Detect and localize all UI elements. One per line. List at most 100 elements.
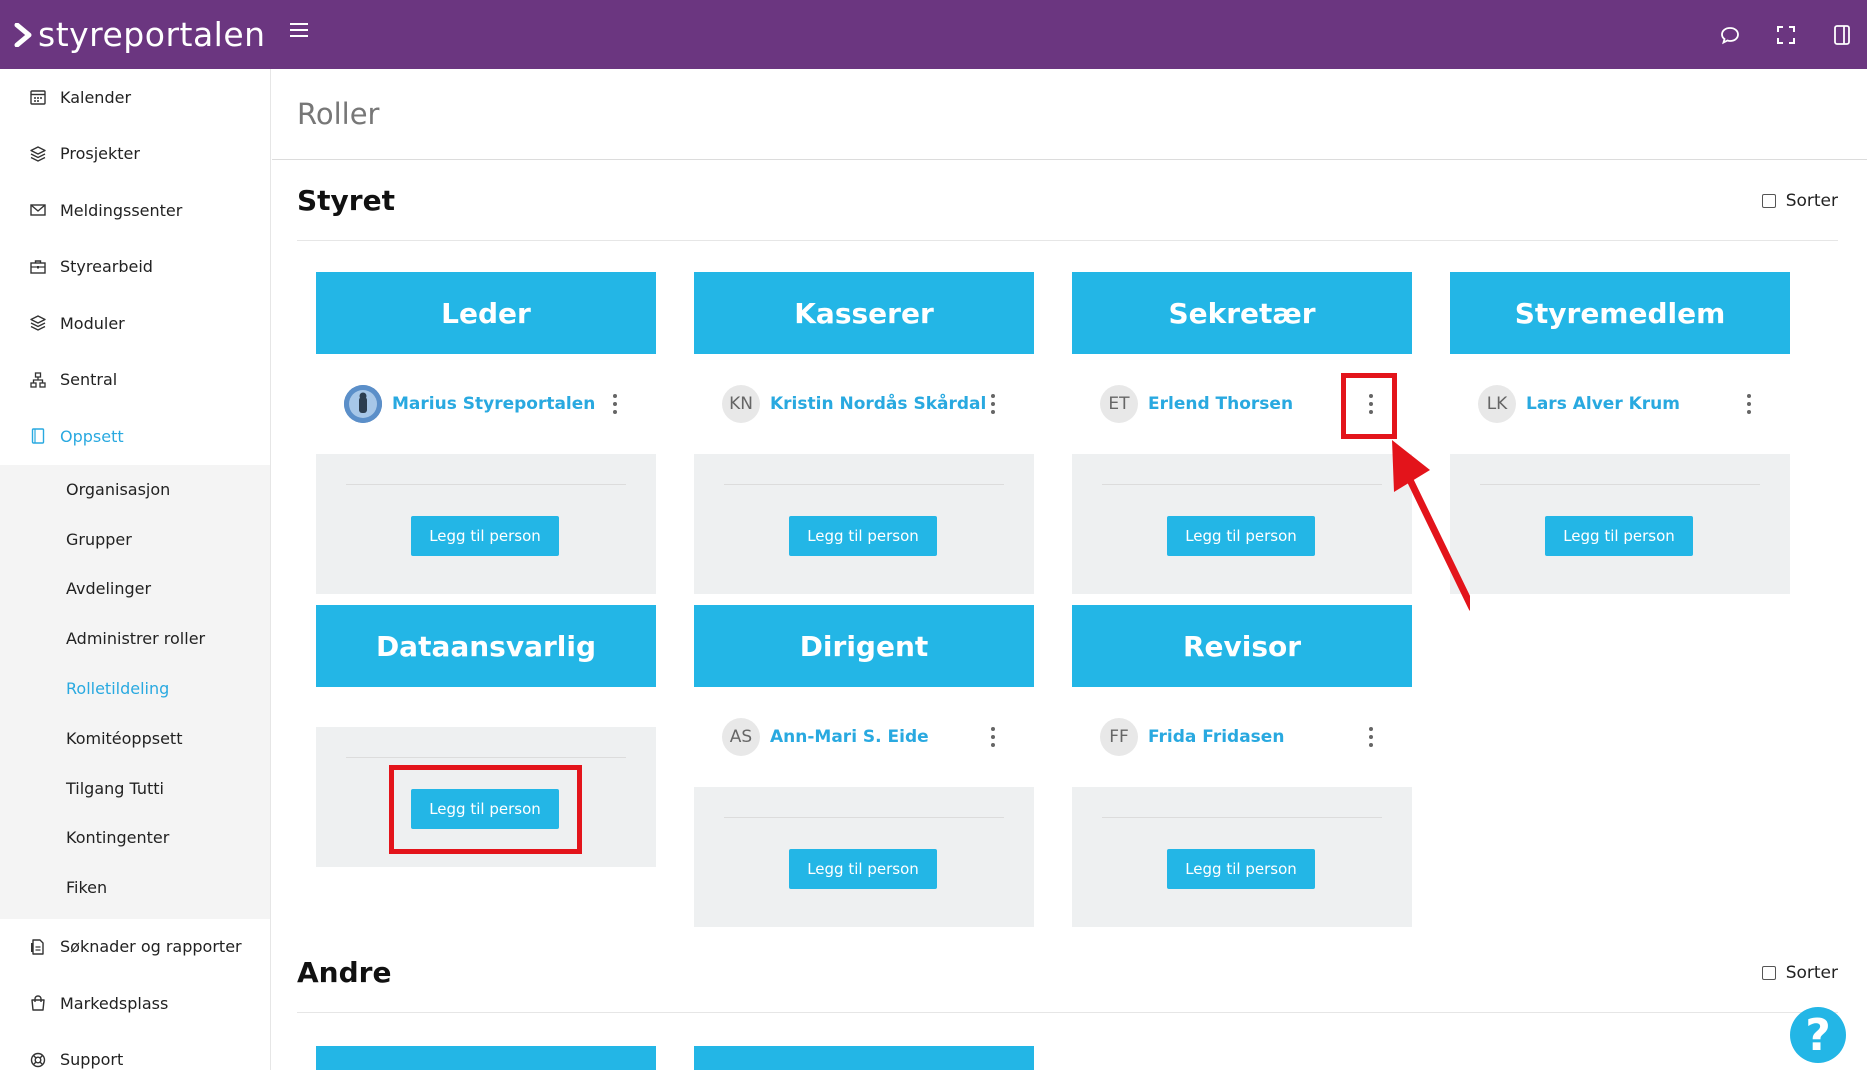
sort-toggle[interactable]: Sorter (1761, 191, 1838, 211)
sidebar-item-label: Kalender (60, 87, 132, 107)
role-card-footer: Legg til person (1072, 454, 1412, 594)
top-icons (1719, 0, 1867, 69)
submenu-item-grupper[interactable]: Grupper (0, 514, 270, 564)
sidebar-item-oppsett[interactable]: Oppsett (0, 408, 270, 465)
more-options-icon[interactable] (1746, 394, 1752, 414)
submenu-item-kontingenter[interactable]: Kontingenter (0, 813, 270, 863)
person-name-link[interactable]: Ann-Mari S. Eide (770, 727, 929, 747)
divider (1480, 484, 1760, 485)
add-person-button[interactable]: Legg til person (1545, 516, 1693, 556)
role-card-placeholder (316, 1046, 656, 1070)
sidebar-item-label: Styrearbeid (60, 257, 153, 277)
network-icon (29, 371, 47, 389)
role-member: AS Ann-Mari S. Eide (694, 687, 1034, 787)
role-title: Sekretær (1072, 272, 1412, 354)
person-name-link[interactable]: Lars Alver Krum (1526, 394, 1680, 414)
annotation-arrow-icon (1392, 440, 1470, 611)
role-empty (316, 687, 656, 727)
sidebar-item-sentral[interactable]: Sentral (0, 352, 270, 409)
role-member: Marius Styreportalen (316, 354, 656, 454)
layers-icon (29, 145, 47, 163)
briefcase-icon (29, 258, 47, 276)
role-card-footer: Legg til person (316, 454, 656, 594)
divider (346, 757, 626, 758)
role-member: FF Frida Fridasen (1072, 687, 1412, 787)
sidebar-item-soknader-og-rapporter[interactable]: Søknader og rapporter (0, 919, 270, 976)
sidebar-item-label: Markedsplass (60, 993, 169, 1013)
sidebar-item-prosjekter[interactable]: Prosjekter (0, 126, 270, 183)
sort-checkbox[interactable] (1761, 965, 1776, 980)
main-content: Roller Styret Sorter Leder Marius Styrepo… (272, 69, 1867, 1070)
add-person-button[interactable]: Legg til person (1167, 516, 1315, 556)
panel-icon[interactable] (1831, 24, 1853, 46)
sort-checkbox[interactable] (1761, 193, 1776, 208)
more-options-icon[interactable] (990, 727, 996, 747)
section-header-styret: Styret Sorter (297, 161, 1838, 241)
add-person-button[interactable]: Legg til person (789, 516, 937, 556)
sidebar-item-moduler[interactable]: Moduler (0, 295, 270, 352)
submenu-item-organisasjon[interactable]: Organisasjon (0, 465, 270, 515)
top-bar: styreportalen (0, 0, 1867, 69)
more-options-icon[interactable] (612, 394, 618, 414)
role-title: Kasserer (694, 272, 1034, 354)
divider (724, 484, 1004, 485)
logo-text: styreportalen (38, 15, 266, 54)
sidebar-item-styrearbeid[interactable]: Styrearbeid (0, 239, 270, 296)
page-header: Roller (272, 69, 1867, 160)
logo[interactable]: styreportalen (14, 15, 266, 54)
role-card-footer: Legg til person (694, 454, 1034, 594)
add-person-button[interactable]: Legg til person (789, 849, 937, 889)
submenu-item-administrer-roller[interactable]: Administrer roller (0, 614, 270, 664)
more-options-icon[interactable] (990, 394, 996, 414)
chat-icon[interactable] (1719, 24, 1741, 46)
divider (346, 484, 626, 485)
person-name-link[interactable]: Kristin Nordås Skårdal (770, 394, 986, 414)
help-button[interactable]: ? (1790, 1007, 1846, 1063)
person-name-link[interactable]: Marius Styreportalen (392, 394, 595, 414)
sidebar-item-kalender[interactable]: Kalender (0, 69, 270, 126)
more-options-icon[interactable] (1368, 727, 1374, 747)
sidebar-item-label: Oppsett (60, 426, 124, 446)
submenu-item-tilgang-tutti[interactable]: Tilgang Tutti (0, 763, 270, 813)
submenu-item-rolletildeling[interactable]: Rolletildeling (0, 664, 270, 714)
submenu-item-avdelinger[interactable]: Avdelinger (0, 564, 270, 614)
bag-icon (29, 994, 47, 1012)
tablet-icon (29, 427, 47, 445)
section-title: Andre (297, 956, 392, 989)
layers-icon (29, 314, 47, 332)
sidebar-item-label: Moduler (60, 313, 125, 333)
person-name-link[interactable]: Erlend Thorsen (1148, 394, 1293, 414)
role-title: Dirigent (694, 605, 1034, 687)
sort-toggle[interactable]: Sorter (1761, 963, 1838, 983)
role-card-styremedlem: Styremedlem LK Lars Alver Krum Legg til per… (1450, 272, 1790, 594)
person-name-link[interactable]: Frida Fridasen (1148, 727, 1284, 747)
sidebar-item-support[interactable]: Support (0, 1032, 270, 1070)
sidebar-submenu: Organisasjon Grupper Avdelinger Administrer… (0, 464, 270, 919)
submenu-item-fiken[interactable]: Fiken (0, 863, 270, 913)
menu-icon[interactable] (290, 23, 308, 39)
divider (1102, 484, 1382, 485)
sidebar-item-label: Søknader og rapporter (60, 937, 242, 957)
role-card-revisor: Revisor FF Frida Fridasen Legg til person (1072, 605, 1412, 927)
role-member: LK Lars Alver Krum (1450, 354, 1790, 454)
highlight-box (389, 765, 582, 854)
role-title: Dataansvarlig (316, 605, 656, 687)
sidebar-item-label: Sentral (60, 370, 118, 390)
add-person-button[interactable]: Legg til person (411, 516, 559, 556)
sidebar: Kalender Prosjekter Meldingssenter Styrearb… (0, 69, 271, 1070)
role-card-footer: Legg til person (1072, 787, 1412, 927)
submenu-item-komiteoppsett[interactable]: Komitéoppsett (0, 713, 270, 763)
role-card-footer: Legg til person (694, 787, 1034, 927)
sidebar-item-markedsplass[interactable]: Markedsplass (0, 975, 270, 1032)
calendar-icon (29, 88, 47, 106)
divider (1102, 817, 1382, 818)
role-card-leder: Leder Marius Styreportalen Legg til person (316, 272, 656, 594)
avatar: LK (1478, 385, 1516, 423)
document-icon (29, 938, 47, 956)
highlight-box (1341, 373, 1397, 439)
add-person-button[interactable]: Legg til person (1167, 849, 1315, 889)
lifebuoy-icon (29, 1051, 47, 1069)
sidebar-item-meldingssenter[interactable]: Meldingssenter (0, 182, 270, 239)
chevron-right-icon (14, 22, 32, 47)
fullscreen-icon[interactable] (1775, 24, 1797, 46)
